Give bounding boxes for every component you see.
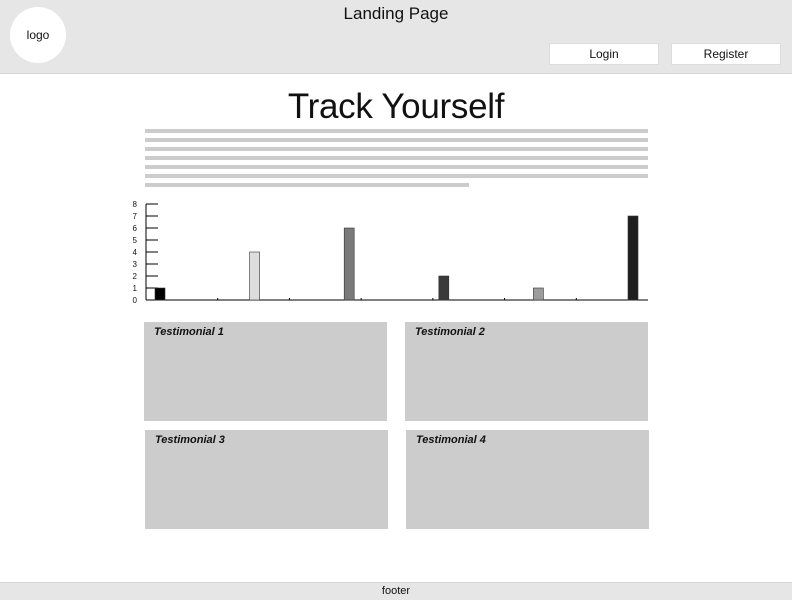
bar-4 (438, 275, 450, 301)
y-tick-label: 3 (133, 260, 138, 269)
testimonial-title: Testimonial 4 (416, 434, 486, 446)
y-tick-label: 2 (133, 272, 138, 281)
header: logo Landing Page Login Register (0, 0, 792, 74)
placeholder-text-line (145, 129, 648, 133)
y-tick-label: 7 (133, 212, 138, 221)
testimonial-card-1: Testimonial 1 (144, 322, 387, 421)
logo-text: logo (26, 28, 50, 42)
testimonial-title: Testimonial 3 (155, 434, 225, 446)
bar-chart: 0 1 2 3 4 5 6 7 8 (126, 196, 656, 308)
footer: footer (0, 582, 792, 600)
bar-3 (343, 227, 355, 301)
testimonial-card-3: Testimonial 3 (145, 430, 388, 529)
y-tick-label: 0 (133, 296, 138, 305)
testimonial-title: Testimonial 2 (415, 326, 485, 338)
placeholder-text-line (145, 174, 648, 178)
placeholder-text-line (145, 183, 469, 187)
testimonial-card-4: Testimonial 4 (406, 430, 649, 529)
page-label: Landing Page (343, 4, 449, 23)
testimonial-title: Testimonial 1 (154, 326, 224, 338)
placeholder-text-block (145, 129, 648, 192)
testimonial-card-2: Testimonial 2 (405, 322, 648, 421)
bar-2 (249, 251, 260, 301)
placeholder-text-line (145, 165, 648, 169)
y-tick-label: 5 (133, 236, 138, 245)
bar-5 (533, 287, 544, 301)
placeholder-text-line (145, 147, 648, 151)
y-tick-label: 6 (133, 224, 138, 233)
bar-chart-svg: 0 1 2 3 4 5 6 7 8 (133, 200, 648, 305)
placeholder-text-line (145, 138, 648, 142)
y-tick-label: 1 (133, 284, 138, 293)
hero-title: Track Yourself (287, 87, 505, 126)
y-tick-label: 8 (133, 200, 138, 209)
bar-1 (154, 287, 166, 301)
placeholder-text-line (145, 156, 648, 160)
register-button[interactable]: Register (671, 43, 781, 65)
bar-6 (627, 215, 639, 301)
y-tick-label: 4 (133, 248, 138, 257)
login-button[interactable]: Login (549, 43, 659, 65)
